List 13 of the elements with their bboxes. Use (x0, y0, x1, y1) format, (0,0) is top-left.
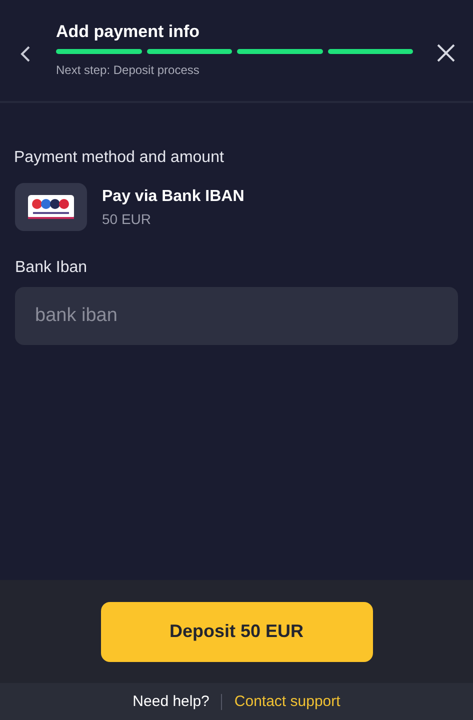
method-amount: 50 EUR (102, 210, 152, 226)
field-label: Bank Iban (15, 259, 88, 277)
iban-input-field[interactable]: bank iban (15, 287, 458, 345)
close-icon (435, 42, 457, 64)
bank-logo-icon (28, 195, 74, 219)
next-step-text: Next step: Deposit process (56, 63, 200, 77)
page-title: Add payment info (56, 22, 201, 42)
contact-support-link[interactable]: Contact support (234, 693, 340, 710)
section-title: Payment method and amount (14, 149, 225, 167)
help-text: Need help? (132, 693, 210, 710)
deposit-button[interactable]: Deposit 50 EUR (100, 602, 372, 662)
close-button[interactable] (435, 42, 457, 64)
method-name: Pay via Bank IBAN (102, 188, 244, 206)
